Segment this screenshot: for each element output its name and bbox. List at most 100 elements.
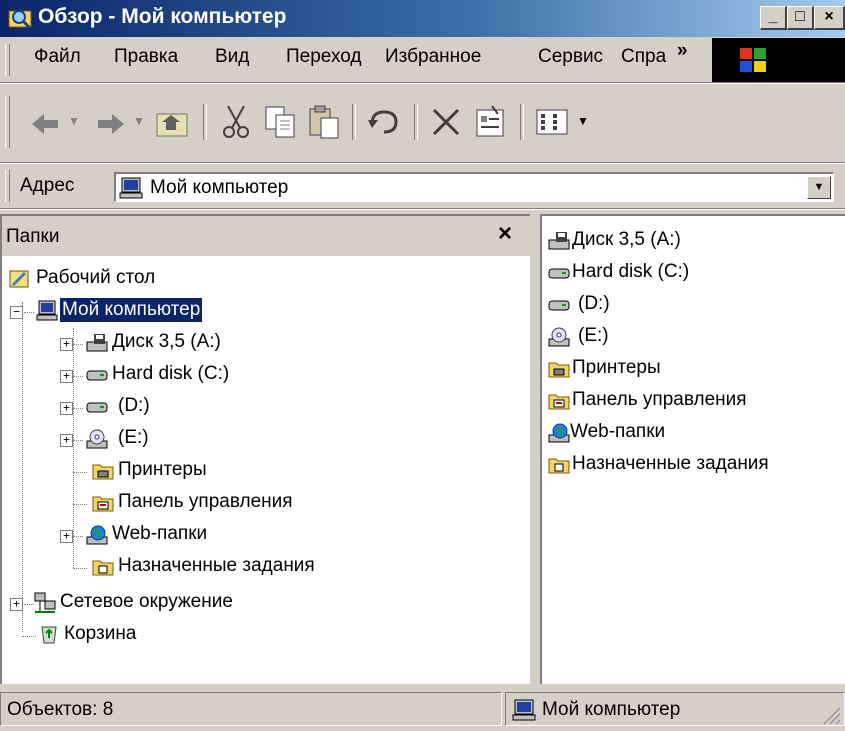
back-dropdown-icon[interactable]: ▼ <box>68 114 80 128</box>
tree-line <box>73 472 87 473</box>
views-dropdown-icon[interactable]: ▼ <box>577 114 589 128</box>
cd-drive-icon <box>548 327 570 347</box>
close-button[interactable]: × <box>814 6 845 30</box>
tree-item-floppy-a[interactable]: Диск 3,5 (A:) <box>112 330 221 354</box>
undo-icon[interactable] <box>366 104 402 140</box>
expand-toggle[interactable]: + <box>60 434 73 447</box>
resize-grip-icon[interactable] <box>820 704 842 726</box>
my-computer-icon <box>36 300 58 321</box>
menu-favorites[interactable]: Избранное <box>385 46 481 68</box>
status-bar: Объектов: 8 Мой компьютер <box>0 688 845 731</box>
paste-icon[interactable] <box>306 104 342 140</box>
folders-pane-title: Папки <box>6 226 60 247</box>
control-panel-folder-icon <box>92 496 114 512</box>
pane-splitter[interactable] <box>530 214 540 684</box>
menu-edit[interactable]: Правка <box>114 46 178 68</box>
tree-line <box>22 302 23 632</box>
hard-disk-icon <box>86 370 108 381</box>
tree-line <box>22 636 36 637</box>
menu-file[interactable]: Файл <box>34 46 81 68</box>
forward-dropdown-icon[interactable]: ▼ <box>133 114 145 128</box>
tree-line <box>73 440 83 441</box>
tree-line <box>73 344 83 345</box>
address-input[interactable]: Мой компьютер ▼ <box>114 172 834 202</box>
toolbar-separator <box>352 104 356 140</box>
tree-item-control-panel[interactable]: Панель управления <box>118 490 293 514</box>
status-location: Мой компьютер <box>505 692 845 726</box>
content-item-floppy-a[interactable]: Диск 3,5 (A:) <box>572 228 681 252</box>
collapse-toggle[interactable]: − <box>10 306 23 319</box>
toolbar-separator <box>414 104 418 140</box>
printers-folder-icon <box>92 464 114 480</box>
back-arrow-icon[interactable] <box>28 106 64 142</box>
tree-item-disk-d[interactable]: (D:) <box>118 394 150 418</box>
toolbar-separator <box>203 104 207 140</box>
views-icon[interactable] <box>534 104 570 140</box>
hard-disk-icon <box>548 268 570 279</box>
expand-toggle[interactable]: + <box>60 530 73 543</box>
tree-line <box>73 408 83 409</box>
expand-toggle[interactable]: + <box>60 338 73 351</box>
tree-item-network[interactable]: Сетевое окружение <box>60 590 233 614</box>
hard-disk-icon <box>548 300 570 311</box>
tree-item-recycle-bin[interactable]: Корзина <box>64 622 136 646</box>
maximize-button[interactable]: □ <box>787 6 814 30</box>
forward-arrow-icon[interactable] <box>92 106 128 142</box>
web-folders-icon <box>548 423 570 443</box>
address-grip[interactable] <box>5 170 10 202</box>
properties-icon[interactable] <box>472 104 508 140</box>
menu-view[interactable]: Вид <box>215 46 249 68</box>
tree-item-printers[interactable]: Принтеры <box>118 458 207 482</box>
tree-item-web-folders[interactable]: Web-папки <box>112 522 207 546</box>
menu-tools[interactable]: Сервис <box>538 46 603 68</box>
folders-pane: Папки × Рабочий стол − Мой компьютер + Д… <box>0 214 530 684</box>
menu-overflow-chevron[interactable]: » <box>677 40 688 62</box>
content-item-web-folders[interactable]: Web-папки <box>570 420 665 444</box>
delete-icon[interactable] <box>428 104 464 140</box>
tree-item-disk-c[interactable]: Hard disk (C:) <box>112 362 229 386</box>
tree-item-scheduled-tasks[interactable]: Назначенные задания <box>118 554 315 578</box>
menu-help[interactable]: Спра <box>621 46 666 68</box>
content-item-cd-e[interactable]: (E:) <box>578 324 609 348</box>
content-item-printers[interactable]: Принтеры <box>572 356 661 380</box>
scheduled-tasks-folder-icon <box>548 458 570 474</box>
address-dropdown-button[interactable]: ▼ <box>807 176 831 199</box>
control-panel-folder-icon <box>548 394 570 410</box>
minimize-button[interactable]: _ <box>760 6 787 30</box>
network-icon <box>34 592 56 613</box>
contents-pane: Диск 3,5 (A:) Hard disk (C:) (D:) (E:) П… <box>540 214 845 684</box>
tree-line <box>73 536 83 537</box>
menu-grip[interactable] <box>5 44 10 76</box>
menu-bar: Файл Правка Вид Переход Избранное Сервис… <box>0 38 845 83</box>
hard-disk-icon <box>86 402 108 413</box>
title-bar[interactable]: Обзор - Мой компьютер _ □ × <box>0 0 845 37</box>
expand-toggle[interactable]: + <box>60 402 73 415</box>
expand-toggle[interactable]: + <box>60 370 73 383</box>
printers-folder-icon <box>548 362 570 378</box>
folders-pane-close-button[interactable]: × <box>498 220 512 248</box>
content-item-control-panel[interactable]: Панель управления <box>572 388 747 412</box>
tree-item-desktop[interactable]: Рабочий стол <box>36 266 155 290</box>
content-item-disk-c[interactable]: Hard disk (C:) <box>572 260 689 284</box>
expand-toggle[interactable]: + <box>10 598 23 611</box>
address-label: Адрес <box>20 175 75 196</box>
toolbar-separator <box>520 104 524 140</box>
my-computer-icon <box>512 699 536 721</box>
tree-line <box>73 328 74 568</box>
copy-icon[interactable] <box>262 104 298 140</box>
windows-logo-icon <box>740 48 766 72</box>
up-folder-icon[interactable] <box>154 104 190 140</box>
content-item-disk-d[interactable]: (D:) <box>578 292 610 316</box>
cut-icon[interactable] <box>218 104 254 140</box>
desktop-icon <box>9 270 29 288</box>
toolbar-grip[interactable] <box>5 96 10 148</box>
tree-item-my-computer[interactable]: Мой компьютер <box>58 297 204 323</box>
tree-item-cd-e[interactable]: (E:) <box>118 426 149 450</box>
tree-line <box>24 604 34 605</box>
status-object-count: Объектов: 8 <box>0 692 502 726</box>
cd-drive-icon <box>86 429 108 449</box>
tree-line <box>73 504 87 505</box>
toolbar: ▼ ▼ ▼ <box>0 84 845 163</box>
menu-go[interactable]: Переход <box>286 46 361 68</box>
content-item-scheduled-tasks[interactable]: Назначенные задания <box>572 452 769 476</box>
